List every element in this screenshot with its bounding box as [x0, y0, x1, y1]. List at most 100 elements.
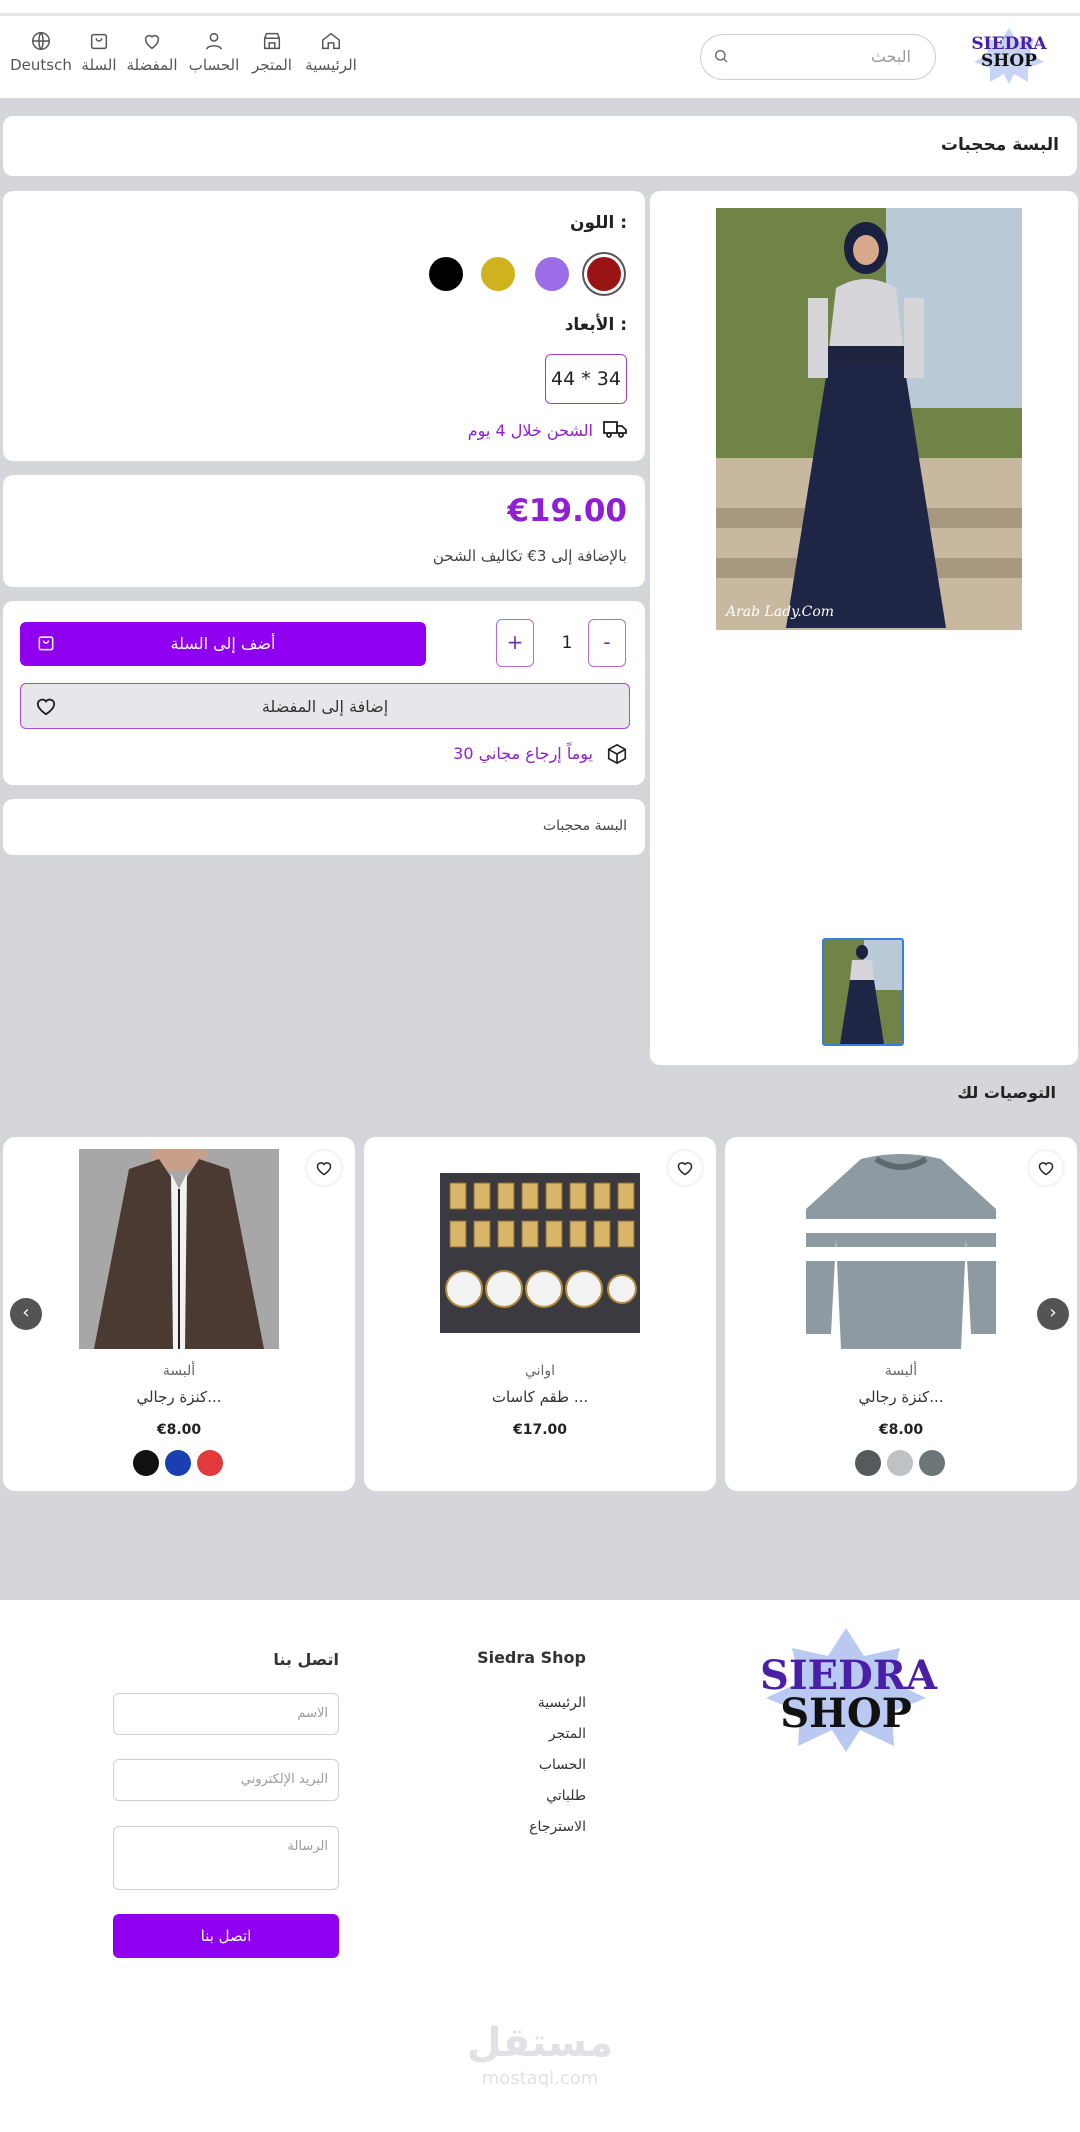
- brown-cardigan-image: [79, 1149, 279, 1349]
- footer-logo-line2: SHOP: [780, 1690, 912, 1737]
- shipping-cost-note: بالإضافة إلى 3€ تكاليف الشحن: [432, 547, 627, 565]
- bag-icon: [90, 33, 108, 50]
- product-price: €17.00: [512, 1422, 568, 1438]
- contact-name-field[interactable]: الاسم: [113, 1693, 339, 1735]
- globe-icon: [32, 32, 50, 50]
- shipping-time: الشحن خلال 4 يوم: [467, 421, 593, 440]
- contact-submit-label: اتصل بنا: [200, 1927, 252, 1945]
- recommendations-title: التوصيات لك: [957, 1083, 1056, 1102]
- carousel-prev-button[interactable]: ‹: [10, 1298, 42, 1330]
- color-label: اللون :: [569, 213, 627, 233]
- box-return-icon: [607, 743, 627, 765]
- footer-link-account[interactable]: الحساب: [539, 1757, 586, 1773]
- language-switch[interactable]: Deutsch: [10, 30, 72, 74]
- product-price: €19.00: [507, 493, 627, 529]
- product-card[interactable]: ألبسة كنزة رجالي... €8.00: [3, 1137, 355, 1491]
- message-placeholder: الرسالة: [287, 1839, 328, 1854]
- add-to-wishlist-button[interactable]: إضافة إلى المفضلة: [20, 683, 630, 729]
- favorite-button[interactable]: [1029, 1151, 1063, 1185]
- favorite-button[interactable]: [668, 1151, 702, 1185]
- breadcrumb: البسة محجبات: [3, 116, 1077, 176]
- heart-icon: [144, 34, 160, 50]
- nav-store[interactable]: المتجر: [250, 30, 294, 74]
- price-card: €19.00 بالإضافة إلى 3€ تكاليف الشحن: [3, 475, 645, 587]
- nav-cart[interactable]: السلة: [80, 30, 118, 74]
- language-label: Deutsch: [10, 56, 72, 74]
- product-description: البسة محجبات: [3, 799, 645, 855]
- product-price: €8.00: [156, 1422, 202, 1438]
- color-swatch-red[interactable]: [587, 257, 621, 291]
- cart-actions: - 1 + أضف إلى السلة إضافة إلى المفضلة 30…: [3, 601, 645, 785]
- thumbnail-image: [824, 940, 902, 1044]
- add-to-cart-button[interactable]: أضف إلى السلة: [20, 622, 426, 666]
- product-gallery: Arab Lady.Com: [650, 191, 1078, 1065]
- footer-link-orders[interactable]: طلباتي: [546, 1788, 586, 1804]
- nav-favorites-label: المفضلة: [126, 56, 178, 74]
- dimensions-label: الأبعاد :: [564, 315, 627, 335]
- color-dot[interactable]: [165, 1450, 191, 1476]
- nav-account-label: الحساب: [188, 56, 240, 74]
- free-return-text: 30 يوماً إرجاع مجاني: [453, 744, 593, 763]
- color-swatch-black[interactable]: [429, 257, 463, 291]
- nav-store-label: المتجر: [252, 56, 292, 74]
- nav-account[interactable]: الحساب: [188, 30, 240, 74]
- image-watermark: Arab Lady.Com: [726, 604, 835, 620]
- thumbnail-1[interactable]: [822, 938, 904, 1046]
- carousel-next-button[interactable]: ›: [1037, 1298, 1069, 1330]
- nav-home[interactable]: الرئيسية: [304, 30, 358, 74]
- product-card[interactable]: اواني طقم كاسات ... €17.00: [364, 1137, 716, 1491]
- product-category: اواني: [524, 1363, 556, 1379]
- color-dot[interactable]: [887, 1450, 913, 1476]
- contact-message-field[interactable]: الرسالة: [113, 1826, 339, 1890]
- home-icon: [322, 32, 340, 50]
- watermark-ar: مستقل: [466, 2020, 614, 2066]
- footer-link-returns[interactable]: الاسترجاع: [529, 1819, 586, 1835]
- color-swatch-yellow[interactable]: [481, 257, 515, 291]
- store-icon: [263, 32, 281, 50]
- product-price: €8.00: [878, 1422, 924, 1438]
- color-dot[interactable]: [133, 1450, 159, 1476]
- heart-icon: [316, 1162, 332, 1176]
- product-name: كنزة رجالي...: [858, 1388, 944, 1406]
- search-icon: [715, 50, 728, 63]
- color-dot[interactable]: [197, 1450, 223, 1476]
- add-to-cart-label: أضف إلى السلة: [170, 634, 276, 653]
- nav-favorites[interactable]: المفضلة: [126, 30, 178, 74]
- favorite-button[interactable]: [307, 1151, 341, 1185]
- heart-icon: [677, 1162, 693, 1176]
- product-category: ألبسة: [884, 1363, 918, 1379]
- hijab-dress-image: [716, 208, 1022, 630]
- contact-email-field[interactable]: البريد الإلكتروني: [113, 1759, 339, 1801]
- footer-logo[interactable]: SIEDRA SHOP: [760, 1626, 937, 1754]
- watermark-en: mostaql.com: [481, 2068, 599, 2089]
- chevron-right-icon: ›: [1049, 1302, 1057, 1323]
- quantity-minus-button[interactable]: -: [588, 619, 626, 667]
- heart-icon: [1038, 1162, 1054, 1176]
- contact-title: اتصل بنا: [273, 1650, 339, 1669]
- product-main-image[interactable]: Arab Lady.Com: [716, 208, 1022, 630]
- search-input[interactable]: البحث: [700, 34, 936, 80]
- chevron-left-icon: ‹: [22, 1302, 30, 1323]
- footer-link-store[interactable]: المتجر: [549, 1726, 586, 1742]
- quantity-plus-button[interactable]: +: [496, 619, 534, 667]
- color-dot[interactable]: [919, 1450, 945, 1476]
- product-card[interactable]: ألبسة كنزة رجالي... €8.00: [725, 1137, 1077, 1491]
- nav-cart-label: السلة: [81, 56, 117, 74]
- contact-submit-button[interactable]: اتصل بنا: [113, 1914, 339, 1958]
- dimension-option[interactable]: 44 * 34: [545, 354, 627, 404]
- search-placeholder: البحث: [870, 47, 911, 66]
- truck-icon: [603, 421, 627, 438]
- quantity-value[interactable]: 1: [549, 619, 585, 667]
- gray-sweater-image: [801, 1149, 1001, 1349]
- add-to-wishlist-label: إضافة إلى المفضلة: [261, 697, 389, 716]
- user-icon: [205, 32, 223, 50]
- nav-home-label: الرئيسية: [305, 56, 357, 74]
- footer-link-home[interactable]: الرئيسية: [538, 1695, 586, 1711]
- product-category: ألبسة: [162, 1363, 196, 1379]
- name-placeholder: الاسم: [297, 1706, 328, 1721]
- product-name: طقم كاسات ...: [491, 1388, 589, 1406]
- color-dot[interactable]: [855, 1450, 881, 1476]
- color-swatch-purple[interactable]: [535, 257, 569, 291]
- header-logo[interactable]: SIEDRA SHOP: [970, 26, 1048, 84]
- email-placeholder: البريد الإلكتروني: [240, 1772, 328, 1787]
